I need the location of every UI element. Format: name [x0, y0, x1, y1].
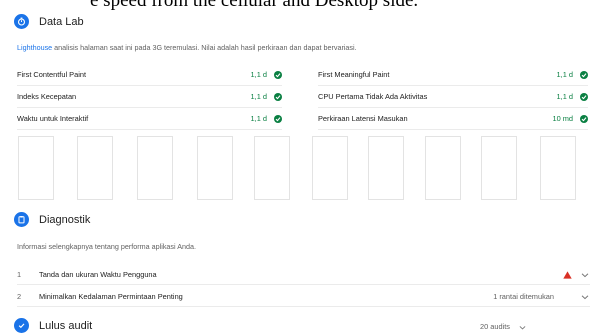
diagnostics-description: Informasi selengkapnya tentang performa … [17, 242, 196, 251]
data-lab-description: Lighthouse analisis halaman saat ini pad… [17, 43, 357, 52]
chevron-down-icon[interactable] [580, 293, 590, 301]
audit-row-user-timings[interactable]: 1 Tanda dan ukuran Waktu Pengguna [17, 265, 590, 285]
check-icon [580, 92, 588, 101]
check-icon [580, 70, 588, 79]
filmstrip-frame [77, 136, 113, 200]
audit-number: 1 [17, 270, 22, 279]
chevron-down-icon[interactable] [580, 271, 590, 279]
data-lab-header: Data Lab [14, 14, 84, 29]
metric-value-text: 1,1 d [250, 114, 267, 123]
passed-audits-count[interactable]: 20 audits [480, 322, 527, 331]
metric-label: CPU Pertama Tidak Ada Aktivitas [318, 92, 428, 101]
filmstrip-frame [425, 136, 461, 200]
metric-row: CPU Pertama Tidak Ada Aktivitas 1,1 d [318, 86, 588, 108]
filmstrip-frame [481, 136, 517, 200]
metric-row: Indeks Kecepatan 1,1 d [17, 86, 282, 108]
metric-label: Perkiraan Latensi Masukan [318, 114, 408, 123]
filmstrip-frame [312, 136, 348, 200]
check-circle-icon [14, 318, 29, 333]
audit-status [563, 270, 590, 279]
audit-title: Tanda dan ukuran Waktu Pengguna [39, 270, 157, 279]
metric-row: First Contentful Paint 1,1 d [17, 64, 282, 86]
audit-title: Minimalkan Kedalaman Permintaan Penting [39, 292, 183, 301]
metric-value-text: 1,1 d [556, 92, 573, 101]
metric-label: First Contentful Paint [17, 70, 87, 79]
audit-status: 1 rantai ditemukan [493, 292, 590, 301]
metric-value: 1,1 d [557, 70, 588, 79]
check-icon [274, 92, 282, 101]
diagnostics-header: Diagnostik [14, 212, 90, 227]
passed-audits-title: Lulus audit [39, 319, 93, 332]
lighthouse-link[interactable]: Lighthouse [17, 43, 52, 52]
warning-triangle-icon [563, 270, 572, 279]
check-icon [274, 114, 282, 123]
metric-value-text: 1,1 d [556, 70, 573, 79]
filmstrip-frame [18, 136, 54, 200]
audit-detail: 1 rantai ditemukan [493, 292, 554, 301]
metric-value: 1,1 d [251, 114, 282, 123]
metric-value-text: 1,1 d [250, 70, 267, 79]
metric-label: Indeks Kecepatan [17, 92, 77, 101]
metric-row: Perkiraan Latensi Masukan 10 md [318, 108, 588, 130]
metric-row: Waktu untuk Interaktif 1,1 d [17, 108, 282, 130]
metric-value: 1,1 d [251, 92, 282, 101]
timer-icon [14, 14, 29, 29]
data-lab-title: Data Lab [39, 15, 84, 28]
filmstrip-frame [197, 136, 233, 200]
check-icon [580, 114, 588, 123]
chevron-down-icon[interactable] [518, 324, 527, 331]
metric-row: First Meaningful Paint 1,1 d [318, 64, 588, 86]
filmstrip-frame [137, 136, 173, 200]
metric-value: 10 md [552, 114, 588, 123]
passed-audits-count-text: 20 audits [480, 322, 510, 331]
filmstrip [18, 136, 582, 200]
filmstrip-frame [540, 136, 576, 200]
audit-number: 2 [17, 292, 22, 301]
passed-audits-header[interactable]: Lulus audit [14, 318, 92, 333]
metric-value: 1,1 d [557, 92, 588, 101]
metric-value-text: 10 md [552, 114, 573, 123]
data-lab-description-text: analisis halaman saat ini pada 3G teremu… [52, 43, 357, 52]
clipboard-icon [14, 212, 29, 227]
metric-label: First Meaningful Paint [318, 70, 390, 79]
audit-row-critical-chains[interactable]: 2 Minimalkan Kedalaman Permintaan Pentin… [17, 287, 590, 307]
check-icon [274, 70, 282, 79]
metric-label: Waktu untuk Interaktif [17, 114, 89, 123]
filmstrip-frame [368, 136, 404, 200]
metric-value: 1,1 d [251, 70, 282, 79]
filmstrip-frame [254, 136, 290, 200]
diagnostics-title: Diagnostik [39, 213, 91, 226]
header-text-fragment: e speed from the cellular and Desktop si… [90, 0, 419, 11]
metric-value-text: 1,1 d [250, 92, 267, 101]
